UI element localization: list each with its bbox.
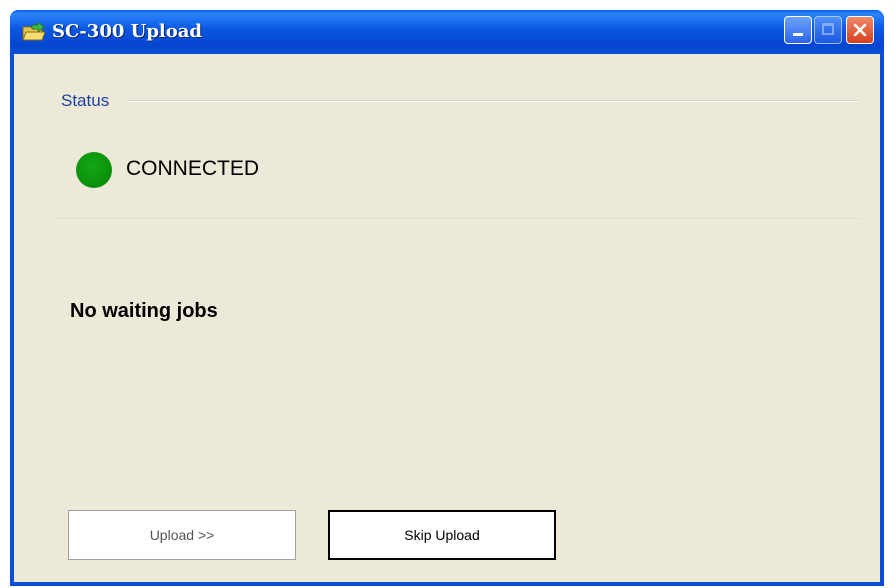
- close-button[interactable]: [846, 16, 874, 44]
- folder-arrow-icon: [22, 21, 46, 42]
- maximize-button[interactable]: [814, 16, 842, 44]
- skip-upload-button[interactable]: Skip Upload: [328, 510, 556, 560]
- maximize-icon: [822, 23, 834, 35]
- status-group-divider: [54, 218, 860, 219]
- status-groupbox-highlight: [128, 101, 858, 102]
- title-bar[interactable]: SC-300 Upload: [10, 10, 884, 54]
- window-title: SC-300 Upload: [52, 21, 203, 42]
- connection-status-icon: [76, 152, 112, 188]
- close-icon: [853, 23, 867, 37]
- upload-button-label: Upload >>: [149, 527, 215, 543]
- minimize-button[interactable]: [784, 16, 812, 44]
- app-window: SC-300 Upload Status CONNECTED No waitin…: [10, 10, 884, 586]
- jobs-message: No waiting jobs: [70, 300, 218, 322]
- connection-status-text: CONNECTED: [126, 157, 260, 180]
- skip-upload-button-label: Skip Upload: [404, 527, 480, 543]
- status-group-label: Status: [61, 91, 110, 110]
- upload-button[interactable]: Upload >>: [68, 510, 296, 560]
- client-area: Status CONNECTED No waiting jobs Upload …: [14, 54, 880, 582]
- minimize-icon: [793, 33, 803, 36]
